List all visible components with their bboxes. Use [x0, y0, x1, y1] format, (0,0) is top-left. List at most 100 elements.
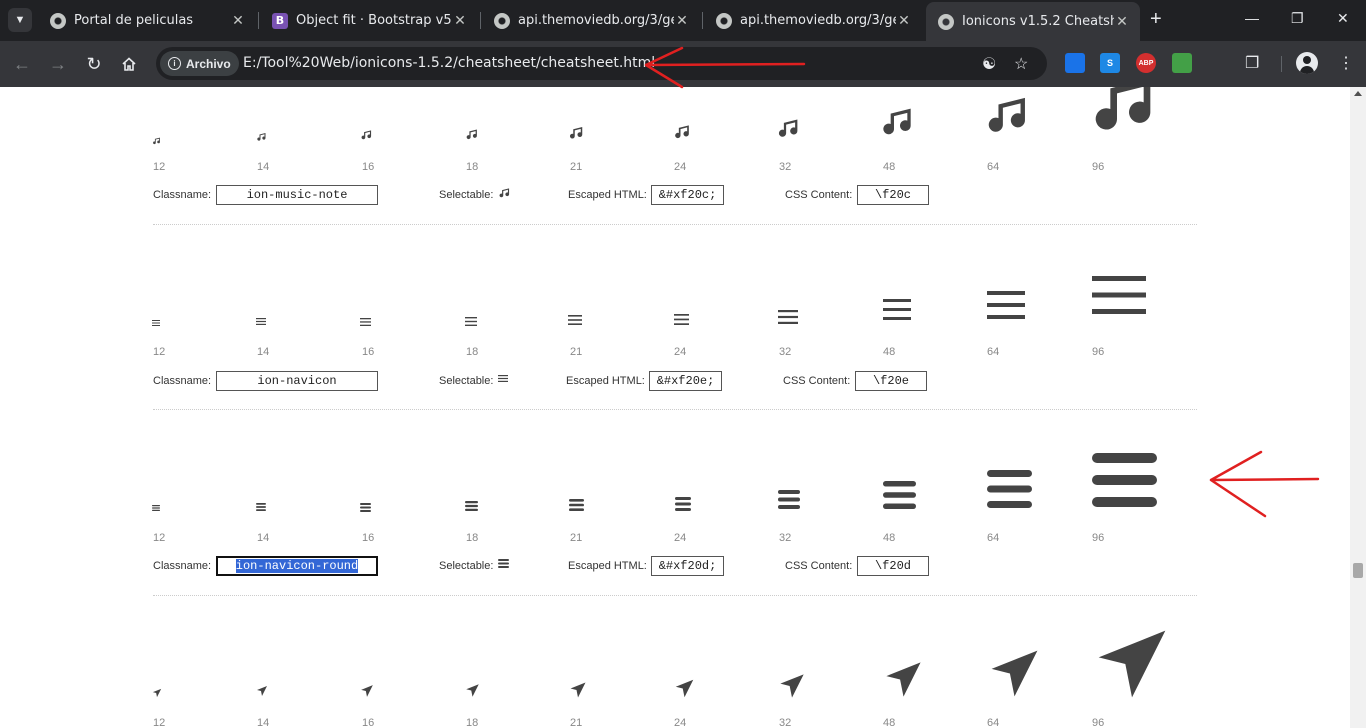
tab-ionicons-cheatsheet[interactable]: Ionicons v1.5.2 Cheatsheet ✕: [926, 2, 1140, 41]
close-icon[interactable]: ✕: [896, 13, 912, 29]
classname-label: Classname:: [153, 375, 212, 387]
size-label: 12: [153, 717, 166, 728]
url-text[interactable]: E:/Tool%20Web/ionicons-1.5.2/cheatsheet/…: [243, 55, 655, 71]
size-label: 18: [466, 346, 479, 358]
globe-icon: [50, 12, 66, 29]
tab-portal-peliculas[interactable]: Portal de peliculas ✕: [38, 5, 256, 36]
escaped-html-field[interactable]: &#xf20d;: [651, 556, 724, 576]
escaped-html-label: Escaped HTML:: [568, 560, 647, 572]
css-content-value: \f20d: [874, 559, 911, 573]
close-icon[interactable]: ✕: [230, 13, 246, 29]
classname-value: ion-navicon: [257, 374, 337, 388]
adblock-plus-icon[interactable]: ABP: [1136, 53, 1156, 73]
back-button[interactable]: ←: [10, 52, 34, 76]
size-label: 48: [883, 532, 896, 544]
size-label: 96: [1092, 161, 1105, 173]
reload-button[interactable]: ↻: [82, 52, 106, 76]
close-icon[interactable]: ✕: [674, 13, 690, 29]
size-label: 16: [362, 532, 375, 544]
classname-value: ion-music-note: [246, 188, 348, 202]
css-content-value: \f20e: [872, 374, 909, 388]
section-divider: [153, 595, 1197, 596]
size-label: 14: [257, 717, 270, 728]
tab-themoviedb-1[interactable]: api.themoviedb.org/3/genre ✕: [482, 5, 700, 36]
size-label: 64: [987, 346, 1000, 358]
extensions-puzzle-icon[interactable]: ❐: [1245, 53, 1259, 73]
address-bar[interactable]: i Archivo E:/Tool%20Web/ionicons-1.5.2/c…: [156, 47, 1047, 80]
scrollbar-thumb[interactable]: [1353, 563, 1363, 578]
music-note-icon: [776, 115, 803, 147]
classname-field-selected[interactable]: ion-navicon-round: [216, 556, 378, 576]
menu-kebab-icon[interactable]: ⋮: [1338, 53, 1354, 73]
minimize-button[interactable]: —: [1245, 10, 1259, 26]
navicon-icon: [152, 320, 160, 326]
navicon-round-icon[interactable]: [498, 559, 509, 568]
translate-icon[interactable]: ☯: [982, 54, 996, 74]
navigate-icon: [152, 688, 162, 698]
tab-title: Object fit · Bootstrap v5.3: [296, 13, 452, 28]
navicon-round-icon: [152, 505, 160, 511]
navicon-round-icon: [1092, 453, 1157, 507]
close-icon[interactable]: ✕: [1114, 14, 1130, 30]
navigate-icon: [675, 679, 694, 698]
tab-themoviedb-2[interactable]: api.themoviedb.org/3/genre ✕: [704, 5, 922, 36]
css-content-field[interactable]: \f20c: [857, 185, 929, 205]
size-label: 64: [987, 161, 1000, 173]
size-label: 16: [362, 717, 375, 728]
escaped-html-value: &#xf20d;: [658, 559, 717, 573]
escaped-html-field[interactable]: &#xf20c;: [651, 185, 724, 205]
extension-green-icon[interactable]: [1172, 53, 1192, 73]
css-content-label: CSS Content:: [783, 375, 851, 387]
profile-avatar[interactable]: [1296, 52, 1318, 74]
css-content-field[interactable]: \f20d: [857, 556, 929, 576]
css-content-label: CSS Content:: [785, 560, 853, 572]
navicon-round-icon: [256, 503, 266, 511]
classname-field[interactable]: ion-navicon: [216, 371, 378, 391]
escaped-html-label: Escaped HTML:: [566, 375, 645, 387]
close-window-button[interactable]: ✕: [1337, 10, 1349, 27]
scroll-up-arrow-icon[interactable]: [1354, 91, 1362, 96]
music-note-icon[interactable]: [498, 186, 512, 203]
navicon-icon: [883, 299, 911, 320]
escaped-html-field[interactable]: &#xf20e;: [649, 371, 722, 391]
navicon-round-icon: [465, 501, 478, 511]
music-note-icon: [465, 127, 480, 147]
size-label: 21: [570, 532, 583, 544]
new-tab-button[interactable]: +: [1150, 9, 1162, 29]
size-label: 32: [779, 532, 792, 544]
navicon-round-icon: [675, 497, 691, 511]
navicon-round-icon: [569, 499, 584, 511]
arrow-left-icon: ←: [13, 53, 31, 74]
music-note-icon: [152, 133, 162, 151]
navicon-icon: [987, 291, 1025, 319]
navigate-icon: [1098, 630, 1166, 698]
section-divider: [153, 409, 1197, 410]
extension-s-icon[interactable]: S: [1100, 53, 1120, 73]
extension-1-icon[interactable]: [1065, 53, 1085, 73]
info-icon: i: [168, 57, 181, 70]
arrow-right-icon: →: [49, 53, 67, 74]
security-chip[interactable]: i Archivo: [160, 51, 239, 76]
globe-icon: [938, 13, 954, 30]
navicon-round-icon: [987, 470, 1032, 508]
tab-bootstrap[interactable]: B Object fit · Bootstrap v5.3 ✕: [260, 5, 478, 36]
size-label: 12: [153, 161, 166, 173]
forward-button[interactable]: →: [46, 52, 70, 76]
tab-search-button[interactable]: ▼: [8, 8, 32, 32]
escaped-html-value: &#xf20c;: [658, 188, 717, 202]
bookmark-star-icon[interactable]: ☆: [1014, 54, 1028, 74]
restore-button[interactable]: ❐: [1291, 10, 1304, 27]
size-label: 21: [570, 717, 583, 728]
tab-title: api.themoviedb.org/3/genre: [740, 13, 896, 28]
home-button[interactable]: [117, 52, 141, 76]
navicon-icon[interactable]: [498, 375, 508, 382]
size-label: 18: [466, 717, 479, 728]
classname-field[interactable]: ion-music-note: [216, 185, 378, 205]
close-icon[interactable]: ✕: [452, 13, 468, 29]
size-label: 32: [779, 346, 792, 358]
size-label: 96: [1092, 346, 1105, 358]
music-note-icon: [983, 89, 1036, 147]
page-scrollbar[interactable]: [1350, 87, 1366, 728]
security-chip-label: Archivo: [186, 56, 231, 71]
css-content-field[interactable]: \f20e: [855, 371, 927, 391]
